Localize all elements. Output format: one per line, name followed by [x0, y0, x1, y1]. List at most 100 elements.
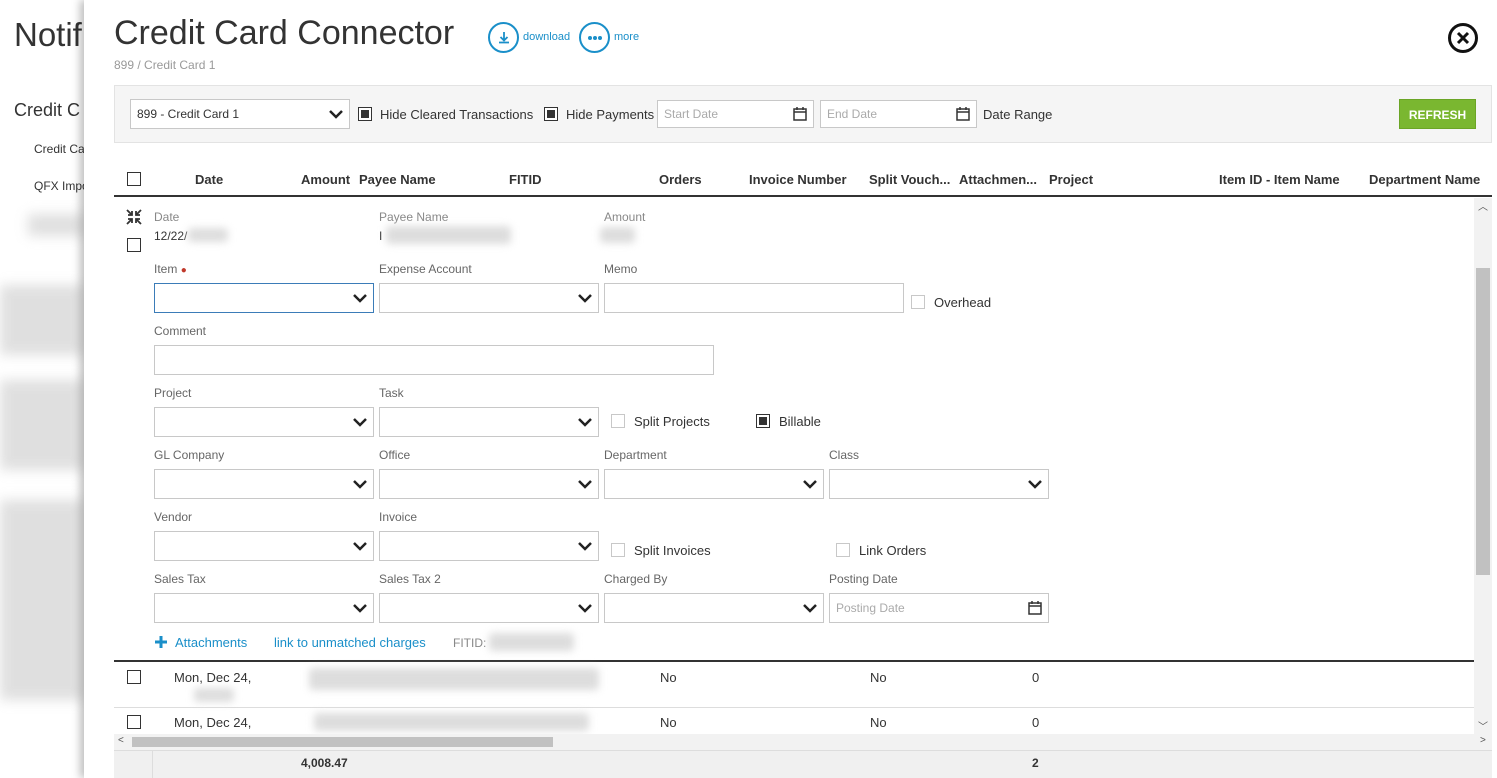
background-blurred-block [0, 500, 84, 700]
fitid-label: FITID: [453, 636, 487, 650]
calendar-icon[interactable] [1028, 601, 1042, 615]
column-header-attachments[interactable]: Attachmen... [959, 172, 1037, 187]
end-date-input[interactable]: End Date [820, 100, 977, 128]
grid-header: Date Amount Payee Name FITID Orders Invo… [114, 164, 1492, 197]
link-orders-label[interactable]: Link Orders [859, 543, 926, 558]
background-title: Notifi [14, 16, 90, 53]
refresh-button[interactable]: REFRESH [1399, 99, 1476, 129]
column-header-payee-name[interactable]: Payee Name [359, 172, 436, 187]
select-all-checkbox[interactable] [127, 172, 141, 186]
row-date: Mon, Dec 24, [174, 715, 252, 730]
invoice-label: Invoice [379, 510, 418, 524]
row-split-voucher: No [870, 715, 887, 730]
chevron-down-icon [578, 604, 592, 613]
billable-checkbox[interactable] [756, 414, 770, 428]
class-select[interactable] [829, 469, 1049, 499]
split-projects-checkbox[interactable] [611, 414, 625, 428]
redacted-text [309, 668, 599, 690]
scroll-up-arrow-icon[interactable]: ︿ [1478, 198, 1488, 213]
column-header-amount[interactable]: Amount [301, 172, 350, 187]
row-date: Mon, Dec 24, [174, 670, 252, 685]
row-checkbox[interactable] [127, 238, 141, 252]
split-projects-label[interactable]: Split Projects [634, 414, 710, 429]
task-label: Task [379, 386, 404, 400]
column-header-date[interactable]: Date [195, 172, 223, 187]
split-invoices-label[interactable]: Split Invoices [634, 543, 711, 558]
office-select[interactable] [379, 469, 599, 499]
table-row[interactable]: Mon, Dec 24, No No 0 [114, 663, 1474, 708]
column-header-department-name[interactable]: Department Name [1369, 172, 1480, 187]
chevron-down-icon [578, 480, 592, 489]
column-header-invoice-number[interactable]: Invoice Number [749, 172, 847, 187]
billable-label[interactable]: Billable [779, 414, 821, 429]
date-value: 12/22/ [154, 229, 188, 243]
chevron-down-icon [578, 418, 592, 427]
expense-account-select[interactable] [379, 283, 599, 313]
totals-footer: 4,008.47 2 [114, 750, 1492, 778]
gl-company-select[interactable] [154, 469, 374, 499]
column-header-project[interactable]: Project [1049, 172, 1093, 187]
more-label[interactable]: more [614, 31, 639, 43]
footer-divider [152, 751, 153, 778]
attachments-link[interactable]: Attachments [175, 635, 247, 650]
link-orders-checkbox[interactable] [836, 543, 850, 557]
background-blurred-block [0, 380, 84, 470]
scroll-right-arrow-icon[interactable]: > [1480, 735, 1486, 746]
row-checkbox[interactable] [127, 715, 141, 729]
vertical-scrollbar-thumb[interactable] [1476, 268, 1490, 575]
row-orders: No [660, 670, 677, 685]
more-button[interactable] [579, 22, 610, 53]
project-label: Project [154, 386, 192, 400]
expense-account-label: Expense Account [379, 262, 472, 276]
row-checkbox[interactable] [127, 670, 141, 684]
background-link-credit-card[interactable]: Credit Ca [34, 142, 85, 156]
chevron-down-icon [803, 604, 817, 613]
account-select-value: 899 - Credit Card 1 [137, 107, 240, 121]
download-button[interactable] [488, 22, 519, 53]
overhead-label[interactable]: Overhead [934, 295, 991, 310]
download-label[interactable]: download [523, 31, 570, 43]
scroll-left-arrow-icon[interactable]: < [118, 735, 124, 746]
vendor-select[interactable] [154, 531, 374, 561]
charged-by-select[interactable] [604, 593, 824, 623]
sales-tax-2-select[interactable] [379, 593, 599, 623]
start-date-input[interactable]: Start Date [657, 100, 814, 128]
split-invoices-checkbox[interactable] [611, 543, 625, 557]
department-select[interactable] [604, 469, 824, 499]
posting-date-label: Posting Date [829, 572, 898, 586]
project-select[interactable] [154, 407, 374, 437]
download-icon [498, 31, 509, 43]
calendar-icon[interactable] [793, 107, 807, 121]
link-to-unmatched-charges[interactable]: link to unmatched charges [274, 635, 426, 650]
comment-input[interactable] [154, 345, 714, 375]
horizontal-scrollbar-thumb[interactable] [132, 737, 553, 747]
item-select[interactable] [154, 283, 374, 313]
item-label: Item ● [154, 262, 187, 276]
chevron-down-icon [353, 604, 367, 613]
row-split-voucher: No [870, 670, 887, 685]
background-link-qfx-import[interactable]: QFX Impo [34, 179, 89, 193]
close-button[interactable] [1448, 23, 1478, 53]
hide-payments-checkbox[interactable] [544, 107, 558, 121]
task-select[interactable] [379, 407, 599, 437]
overhead-checkbox[interactable] [911, 295, 925, 309]
collapse-icon[interactable] [126, 209, 142, 225]
column-header-split-voucher[interactable]: Split Vouch... [869, 172, 950, 187]
column-header-fitid[interactable]: FITID [509, 172, 542, 187]
hide-payments-label[interactable]: Hide Payments [566, 107, 654, 122]
calendar-icon[interactable] [956, 107, 970, 121]
account-select[interactable]: 899 - Credit Card 1 [130, 99, 350, 129]
posting-date-input[interactable]: Posting Date [829, 593, 1049, 623]
row-attachments: 0 [1032, 670, 1040, 685]
scroll-down-arrow-icon[interactable]: ﹀ [1478, 718, 1488, 733]
plus-icon[interactable] [154, 635, 168, 649]
column-header-item-id[interactable]: Item ID - Item Name [1219, 172, 1340, 187]
sales-tax-select[interactable] [154, 593, 374, 623]
invoice-select[interactable] [379, 531, 599, 561]
column-header-orders[interactable]: Orders [659, 172, 702, 187]
hide-cleared-checkbox[interactable] [358, 107, 372, 121]
amount-label: Amount [604, 210, 646, 224]
sales-tax-2-label: Sales Tax 2 [379, 572, 441, 586]
hide-cleared-label[interactable]: Hide Cleared Transactions [380, 107, 533, 122]
memo-input[interactable] [604, 283, 904, 313]
